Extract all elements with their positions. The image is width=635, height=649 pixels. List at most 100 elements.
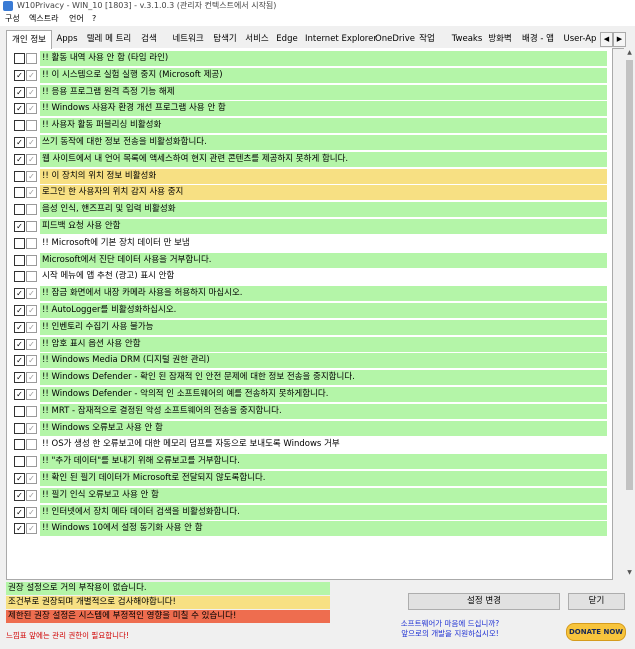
setting-checkbox[interactable] [14,237,25,249]
default-indicator-checkbox: ✓ [26,187,37,199]
setting-checkbox[interactable] [14,405,25,417]
tab-search[interactable]: 검색 [137,32,161,47]
tab-edge[interactable]: Edge [274,32,300,47]
setting-checkbox[interactable]: ✓ [14,305,25,316]
default-indicator-checkbox [26,120,37,132]
tab-tweaks[interactable]: Tweaks [450,32,484,47]
setting-checkbox[interactable]: ✓ [14,355,25,367]
setting-row: ✓ ✓!! Windows Defender - 확인 된 잠재적 인 안전 문제… [7,370,607,386]
setting-checkbox[interactable]: ✓ [14,321,25,333]
tab-privacy[interactable]: 개인 정보 [6,30,52,49]
default-indicator-checkbox: ✓ [26,103,37,115]
setting-checkbox[interactable] [14,271,25,283]
setting-label: 시작 메뉴에 앱 추천 (광고) 표시 안함 [42,271,175,282]
setting-label: !! Windows 오류보고 사용 안 함 [40,420,607,436]
default-indicator-checkbox [26,221,37,232]
setting-row: ✓ ✓!! 확인 된 필기 데이터가 Microsoft로 전달되지 않도록합니다… [7,471,607,486]
setting-row: ✓ ✓ 쓰기 동작에 대한 정보 전송을 비활성화합니다. [7,135,607,150]
default-indicator-checkbox: ✓ [26,372,37,384]
tab-internet-explorer[interactable]: Internet Explorer [305,32,377,47]
setting-row: ✓ ✓!! 필기 인식 오류보고 사용 안 함 [7,487,607,503]
setting-checkbox[interactable]: ✓ [14,221,25,232]
setting-row: !! 사용자 활동 퍼블리싱 비활성화 [7,118,607,134]
default-indicator-checkbox: ✓ [26,86,37,98]
setting-row: !! "추가 데이터"를 보내기 위해 오류보고를 거부합니다. [7,454,607,470]
tab-background-apps[interactable]: 배경 - 앱 [517,32,559,47]
tab-scroll-left-button[interactable]: ◀ [600,32,613,47]
setting-checkbox[interactable] [14,204,25,216]
menu-help[interactable]: ? [89,12,99,26]
setting-checkbox[interactable]: ✓ [14,489,25,501]
setting-checkbox[interactable]: ✓ [14,153,25,165]
setting-row: ✓ ✓!! Windows Media DRM (디지털 권한 관리) [7,353,607,369]
tab-bar: 개인 정보 Apps 텔레 메 트리 검색 네트워크 탐색기 서비스 Edge … [6,30,630,49]
setting-checkbox[interactable]: ✓ [14,86,25,98]
setting-checkbox[interactable]: ✓ [14,69,25,81]
setting-label: !! 잠금 화면에서 내장 카메라 사용을 허용하지 마십시오. [40,286,607,302]
vertical-scrollbar[interactable]: ▲ ▼ [624,48,635,579]
default-indicator-checkbox: ✓ [26,305,37,316]
setting-checkbox[interactable]: ✓ [14,103,25,115]
setting-label: !! Windows Media DRM (디지털 권한 관리) [40,353,607,369]
window-title: W10Privacy - WIN_10 [1803] - v.3.1.0.3 (… [17,1,277,10]
setting-checkbox[interactable]: ✓ [14,506,25,518]
setting-checkbox[interactable]: ✓ [14,389,25,400]
setting-checkbox[interactable]: ✓ [14,523,25,535]
tab-services[interactable]: 서비스 [243,32,271,47]
legend-recommended: 권장 설정으로 거의 부작용이 없습니다. [6,582,330,595]
setting-row: ✓ ✓!! Windows 10에서 설정 동기화 사용 안 함 [7,521,607,537]
tab-explorer[interactable]: 탐색기 [210,32,240,47]
setting-label: !! 암호 표시 옵션 사용 안함 [40,336,607,352]
tab-telemetry[interactable]: 텔레 메 트리 [84,32,134,47]
default-indicator-checkbox: ✓ [26,389,37,400]
default-indicator-checkbox [26,53,37,64]
setting-checkbox[interactable]: ✓ [14,473,25,484]
setting-checkbox[interactable]: ✓ [14,288,25,300]
setting-checkbox[interactable] [14,120,25,132]
setting-checkbox[interactable] [14,53,25,64]
admin-rights-note: 느낌표 앞에는 관리 권한이 필요합니다! [6,631,129,640]
tab-firewall[interactable]: 방화벽 [486,32,514,47]
title-bar: W10Privacy - WIN_10 [1803] - v.3.1.0.3 (… [0,0,635,12]
setting-row: 음성 인식, 핸즈프리 및 입력 비활성화 [7,202,607,218]
setting-row: ✓ ✓!! Windows Defender - 악의적 인 소프트웨어의 예를 … [7,387,607,402]
scroll-up-icon[interactable]: ▲ [625,48,634,58]
tab-tasks[interactable]: 작업 [417,32,437,47]
setting-checkbox[interactable]: ✓ [14,338,25,350]
setting-row: ✓ ✓!! 응용 프로그램 원격 측정 기능 해제 [7,84,607,100]
setting-label: !! 이 시스템으로 실험 실행 중지 (Microsoft 제공) [40,67,607,83]
setting-checkbox[interactable] [14,456,25,468]
default-indicator-checkbox: ✓ [26,506,37,518]
menu-language[interactable]: 언어 [66,12,87,26]
donate-button[interactable]: DONATE NOW [566,623,626,641]
apply-settings-button[interactable]: 설정 변경 [408,593,560,610]
close-button[interactable]: 닫기 [568,593,625,610]
default-indicator-checkbox: ✓ [26,422,37,434]
tab-onedrive[interactable]: OneDrive [375,32,415,47]
setting-checkbox[interactable] [14,254,25,266]
tab-apps[interactable]: Apps [53,32,81,47]
default-indicator-checkbox [26,405,37,417]
tab-network[interactable]: 네트워크 [169,32,207,47]
setting-checkbox[interactable] [14,187,25,199]
default-indicator-checkbox: ✓ [26,355,37,367]
setting-checkbox[interactable] [14,439,25,451]
scroll-down-icon[interactable]: ▼ [625,568,634,578]
setting-row: ✓ ✓!! 잠금 화면에서 내장 카메라 사용을 허용하지 마십시오. [7,286,607,302]
menu-config[interactable]: 구성 [2,12,23,26]
setting-checkbox[interactable]: ✓ [14,372,25,384]
setting-checkbox[interactable] [14,422,25,434]
setting-checkbox[interactable]: ✓ [14,137,25,148]
setting-label: Microsoft에서 진단 데이터 사용을 거부합니다. [40,252,607,268]
setting-label: !! MRT - 잠재적으로 결정된 악성 소프트웨어의 전송을 중지합니다. [40,403,607,419]
setting-row: ✓ 피드백 요청 사용 안함 [7,219,607,234]
menu-extras[interactable]: 엑스트라 [26,12,61,26]
tab-scroll-right-button[interactable]: ▶ [613,32,626,47]
setting-label: !! Windows 사용자 환경 개선 프로그램 사용 안 함 [40,101,607,117]
setting-row: ✓ ✓!! AutoLogger를 비활성화하십시오. [7,303,607,318]
tab-user-apps[interactable]: User-Ap [562,32,598,47]
setting-checkbox[interactable] [14,170,25,182]
scrollbar-thumb[interactable] [626,60,633,490]
legend-limited: 제한된 권장 설정은 시스템에 부정적인 영향을 미칠 수 있습니다! [6,610,330,623]
setting-label: 웹 사이트에서 내 언어 목록에 액세스하여 현지 관련 콘텐츠를 제공하지 못… [40,151,607,167]
